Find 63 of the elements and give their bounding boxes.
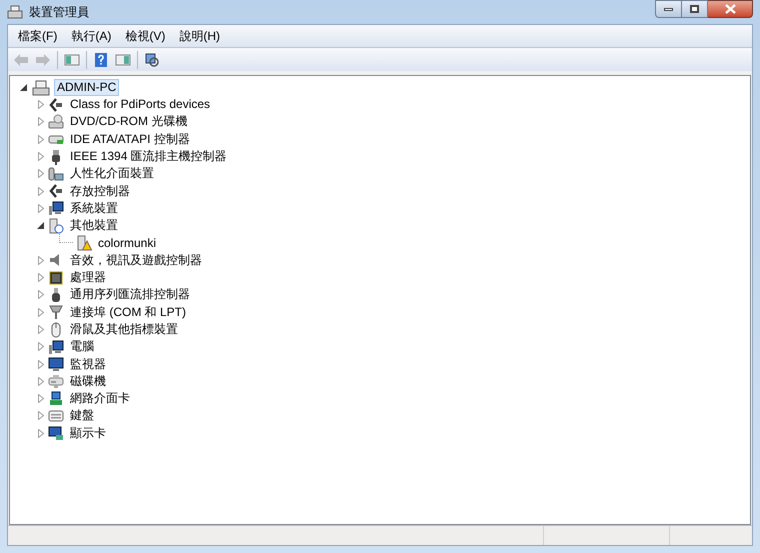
disc-drive-icon bbox=[48, 114, 64, 130]
menu-item[interactable]: 執行(A) bbox=[65, 27, 118, 45]
display-card-icon bbox=[48, 425, 64, 442]
collapsed-arrow-icon[interactable] bbox=[37, 428, 45, 438]
collapsed-arrow-icon[interactable] bbox=[37, 308, 45, 317]
collapsed-arrow-icon[interactable] bbox=[37, 204, 45, 213]
tree-item-label[interactable]: 連接埠 (COM 和 LPT) bbox=[67, 304, 189, 321]
menu-item[interactable]: 說明(H) bbox=[173, 27, 226, 45]
tree-item-label[interactable]: 通用序列匯流排控制器 bbox=[67, 286, 193, 304]
disk-drive-icon bbox=[48, 373, 64, 390]
tree-item-label[interactable]: 滑鼠及其他指標裝置 bbox=[67, 321, 181, 338]
collapsed-arrow-icon[interactable] bbox=[37, 360, 45, 369]
tree-item-label[interactable]: 網路介面卡 bbox=[67, 390, 133, 408]
port-connector-icon bbox=[48, 304, 64, 320]
tree-item-label[interactable]: ADMIN-PC bbox=[54, 79, 120, 96]
tree-item-label[interactable]: 其他裝置 bbox=[67, 217, 121, 234]
tree-item-label[interactable]: IDE ATA/ATAPI 控制器 bbox=[67, 130, 193, 148]
tree-item-label[interactable]: 音效，視訊及遊戲控制器 bbox=[67, 252, 205, 269]
tree-item-label[interactable]: DVD/CD-ROM 光碟機 bbox=[67, 113, 190, 130]
monitor-icon bbox=[48, 356, 64, 372]
maximize-button[interactable] bbox=[682, 0, 708, 18]
minimize-button[interactable] bbox=[655, 0, 682, 18]
collapsed-arrow-icon[interactable] bbox=[37, 169, 45, 178]
collapsed-arrow-icon[interactable] bbox=[37, 411, 45, 420]
expanded-arrow-icon[interactable] bbox=[37, 221, 45, 230]
tree-item-label[interactable]: 系統裝置 bbox=[67, 200, 121, 217]
tree-item-label[interactable]: 存放控制器 bbox=[67, 182, 133, 200]
collapsed-arrow-icon[interactable] bbox=[37, 152, 45, 162]
collapsed-arrow-icon[interactable] bbox=[37, 117, 45, 126]
chip-icon bbox=[48, 270, 64, 286]
tree-item-label[interactable]: colormunki bbox=[95, 234, 160, 252]
tree-item-label[interactable]: 處理器 bbox=[67, 269, 109, 286]
menu-item[interactable]: 檢視(V) bbox=[119, 27, 172, 45]
collapsed-arrow-icon[interactable] bbox=[37, 290, 45, 300]
keyboard-icon bbox=[48, 408, 64, 424]
network-icon bbox=[48, 390, 64, 407]
computer-icon bbox=[32, 80, 50, 96]
collapsed-arrow-icon[interactable] bbox=[37, 100, 45, 110]
collapsed-arrow-icon[interactable] bbox=[37, 394, 45, 404]
collapsed-arrow-icon[interactable] bbox=[37, 273, 45, 282]
tree-item-label[interactable]: 電腦 bbox=[67, 338, 97, 356]
tree-item-label[interactable]: Class for PdiPorts devices bbox=[67, 96, 214, 114]
tree-item-label[interactable]: 顯示卡 bbox=[67, 424, 109, 442]
collapsed-arrow-icon[interactable] bbox=[37, 342, 45, 352]
hid-device-icon bbox=[48, 166, 64, 182]
collapsed-arrow-icon[interactable] bbox=[37, 256, 45, 265]
close-button[interactable] bbox=[708, 0, 753, 18]
tree-item-label[interactable]: 磁碟機 bbox=[67, 372, 109, 390]
collapsed-arrow-icon[interactable] bbox=[37, 376, 45, 386]
collapsed-arrow-icon[interactable] bbox=[37, 134, 45, 144]
menu-item[interactable]: 檔案(F) bbox=[12, 27, 64, 45]
tree-item-label[interactable]: IEEE 1394 匯流排主機控制器 bbox=[67, 148, 230, 166]
tree-item-label[interactable]: 人性化介面裝置 bbox=[67, 165, 157, 182]
close-icon bbox=[724, 4, 736, 14]
computer-icon bbox=[48, 200, 64, 216]
expanded-arrow-icon[interactable] bbox=[20, 83, 28, 92]
collapsed-arrow-icon[interactable] bbox=[37, 325, 45, 334]
computer-icon bbox=[48, 338, 64, 355]
device-manager-icon bbox=[7, 5, 23, 19]
window-title: 裝置管理員 bbox=[29, 4, 89, 21]
tree-item-label[interactable]: 鍵盤 bbox=[67, 407, 97, 424]
collapsed-arrow-icon[interactable] bbox=[37, 186, 45, 196]
tree-item-label[interactable]: 監視器 bbox=[67, 356, 109, 373]
